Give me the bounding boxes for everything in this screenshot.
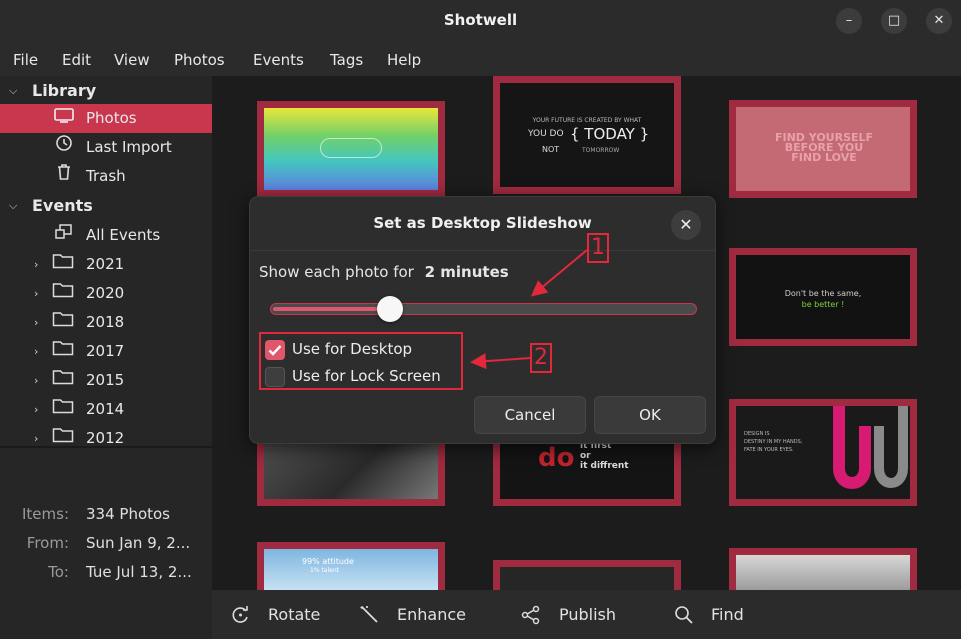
- annotation-arrows: [470, 249, 588, 370]
- annotation-arrow-2: [470, 353, 531, 370]
- annotation-arrow-1: [530, 249, 588, 297]
